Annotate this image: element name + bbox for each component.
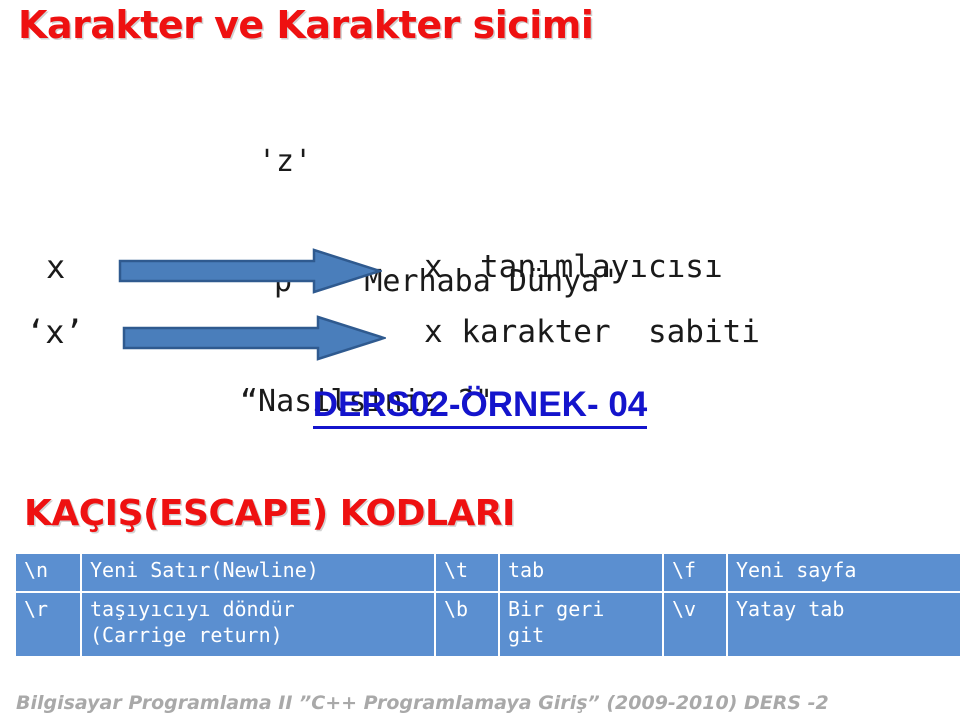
right-arrow-icon (122, 315, 389, 361)
right-arrow-icon (118, 248, 385, 294)
ders-ornek-heading: DERS02-ÖRNEK- 04 (0, 384, 960, 429)
code-line-1: 'z' (258, 144, 313, 179)
arrow-row-1-right-label: x tanımlayıcısı (424, 249, 723, 285)
slide-footer: Bilgisayar Programlama II ”C++ Programla… (16, 692, 829, 714)
escape-codes-table: \n Yeni Satır(Newline) \t tab \f Yeni sa… (14, 552, 960, 658)
slide-canvas: Karakter ve Karakter sicimi 'z' 'p' “Mer… (0, 0, 960, 728)
table-row: \n Yeni Satır(Newline) \t tab \f Yeni sa… (16, 554, 960, 591)
escape-desc-cell: tab (500, 554, 662, 591)
escape-desc-cell: Bir geri git (500, 593, 662, 656)
escape-code-cell: \r (16, 593, 80, 656)
escape-code-cell: \t (436, 554, 498, 591)
escape-code-cell: \n (16, 554, 80, 591)
arrow-row-identifier: x x tanımlayıcısı (0, 240, 960, 302)
arrow-row-2-left-label: ‘x’ (26, 313, 84, 351)
escape-codes-heading: KAÇIŞ(ESCAPE) KODLARI (24, 493, 515, 534)
escape-desc-cell: Yeni Satır(Newline) (82, 554, 434, 591)
table-row: \r taşıyıcıyı döndür (Carrige return) \b… (16, 593, 960, 656)
arrow-row-2-right-label: x karakter sabiti (424, 314, 760, 350)
escape-desc-cell: taşıyıcıyı döndür (Carrige return) (82, 593, 434, 656)
escape-code-cell: \v (664, 593, 726, 656)
escape-desc-cell: Yatay tab (728, 593, 960, 656)
escape-code-cell: \b (436, 593, 498, 656)
escape-desc-cell: Yeni sayfa (728, 554, 960, 591)
escape-code-cell: \f (664, 554, 726, 591)
ders-ornek-heading-text: DERS02-ÖRNEK- 04 (312, 385, 648, 429)
arrow-row-char-constant: ‘x’ x karakter sabiti (0, 305, 960, 367)
slide-title: Karakter ve Karakter sicimi (18, 3, 594, 47)
